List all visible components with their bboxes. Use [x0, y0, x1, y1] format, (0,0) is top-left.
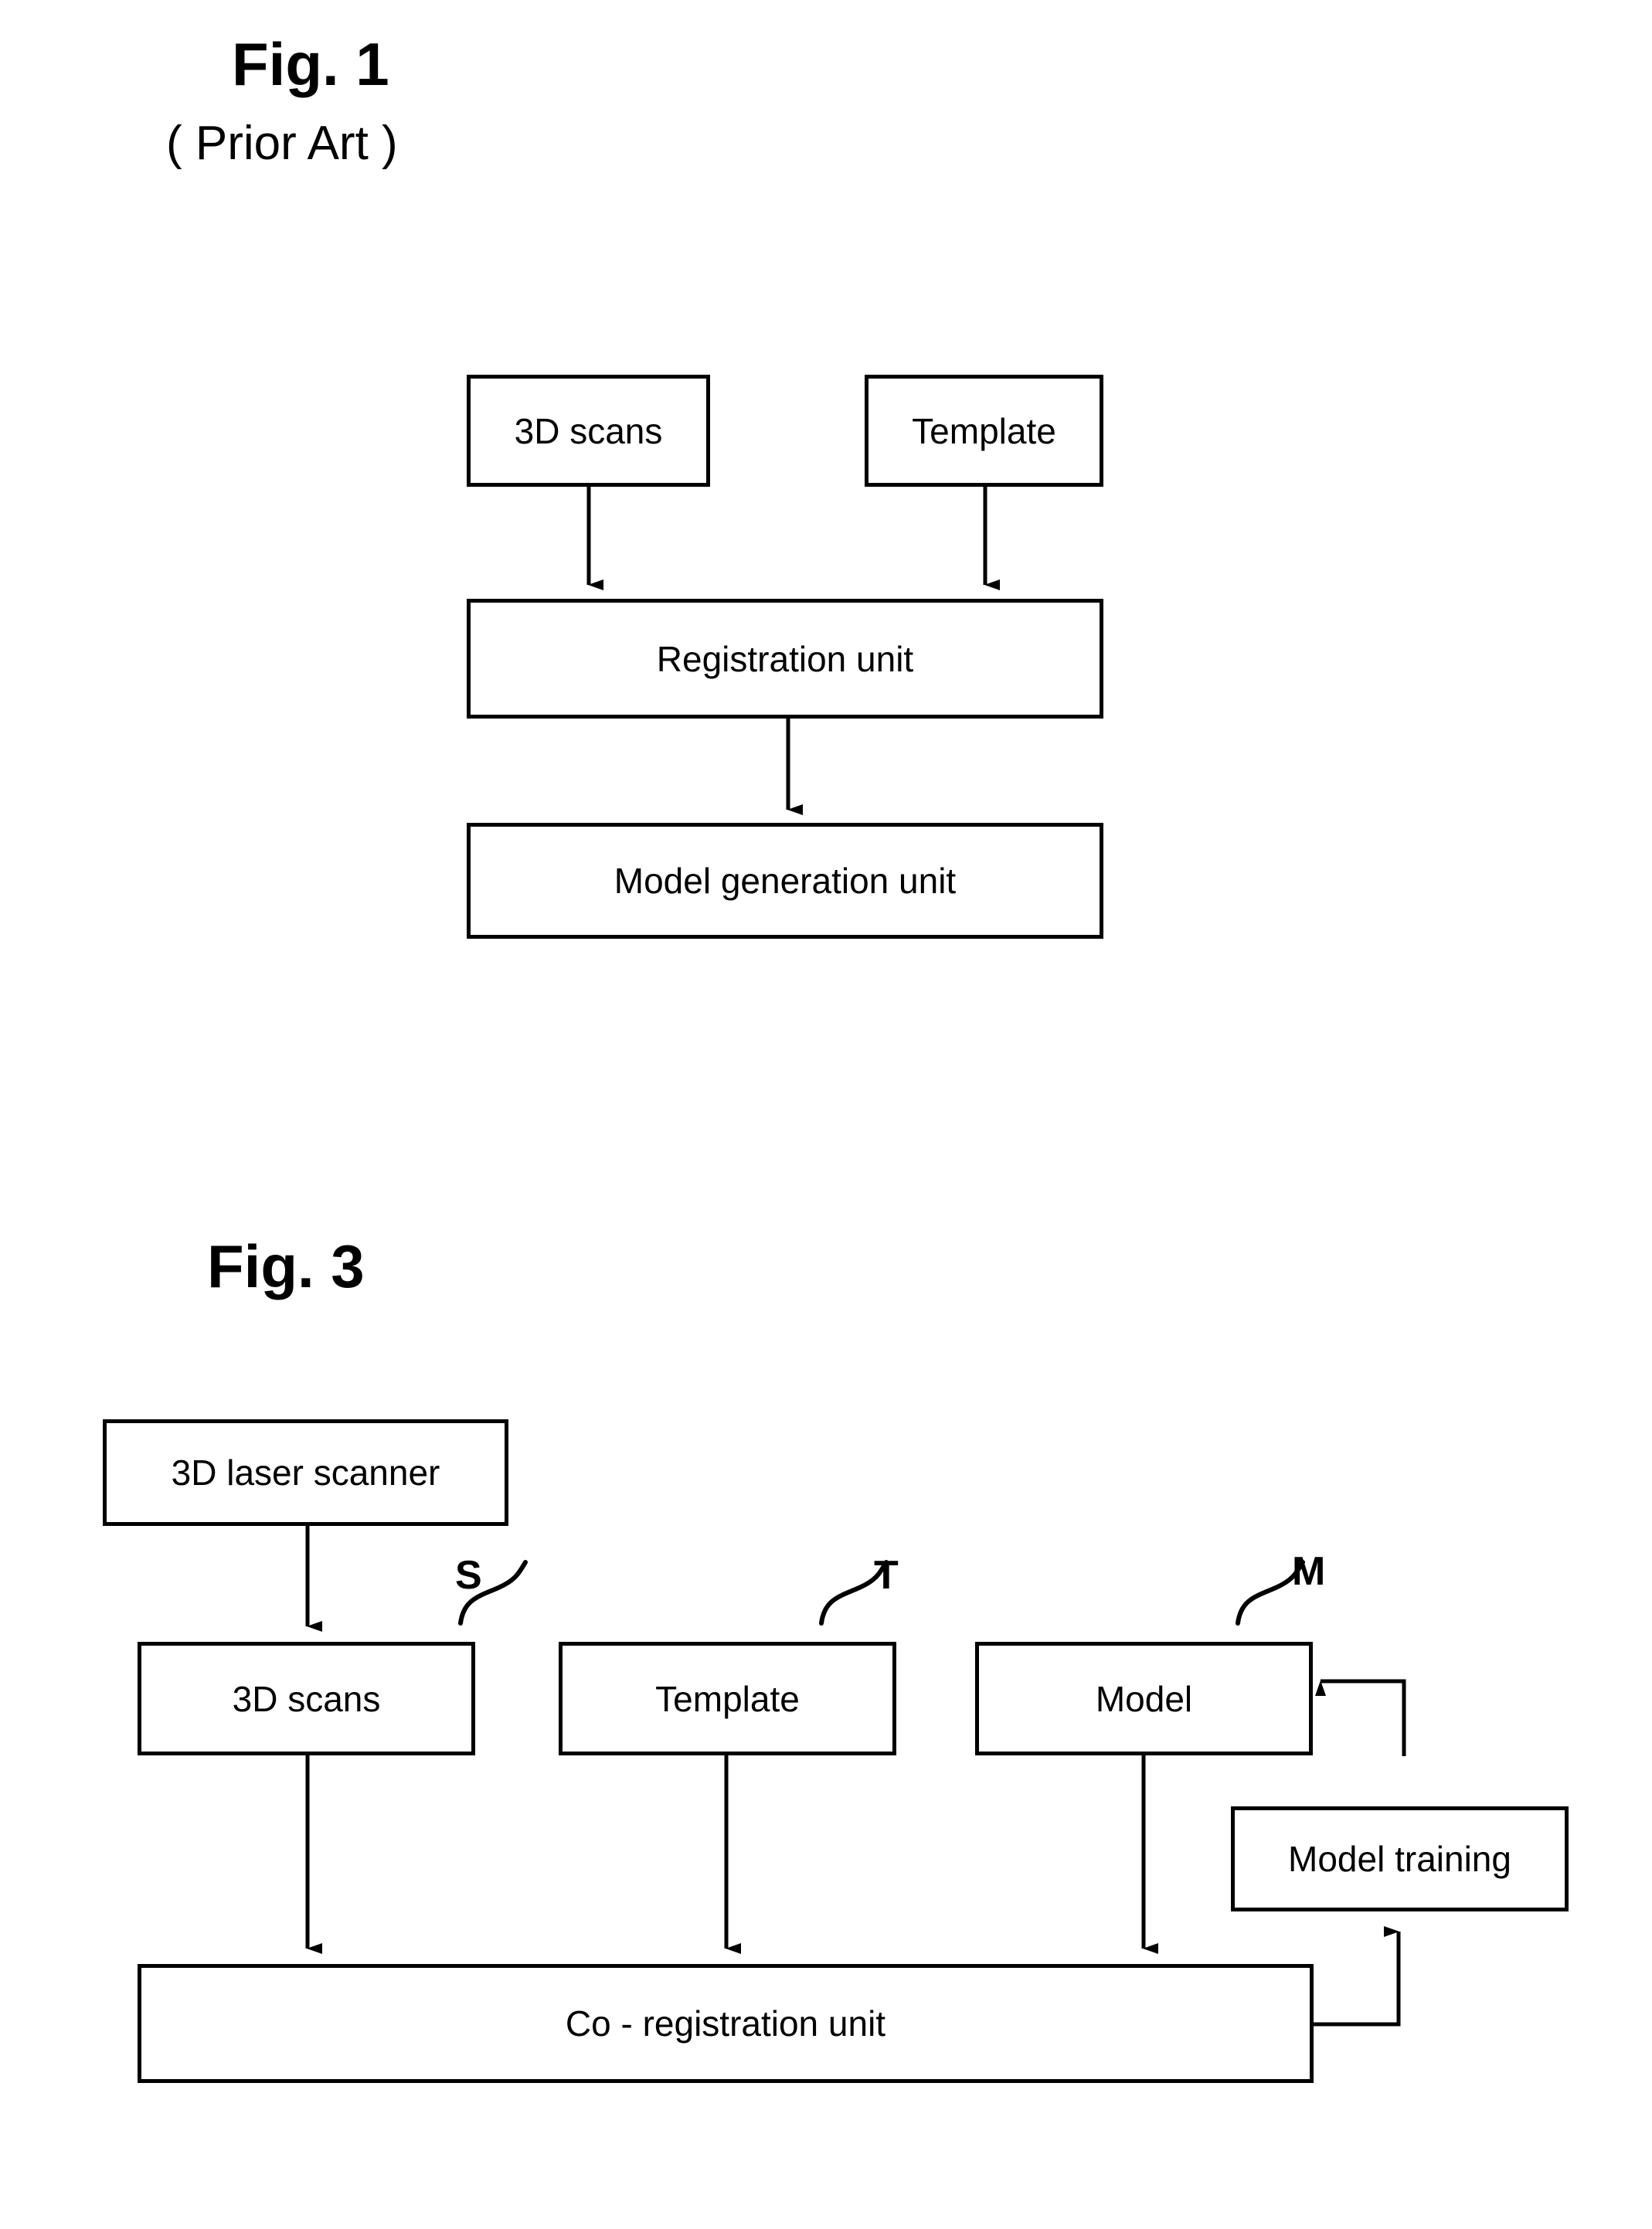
box-model-fig3: Model — [975, 1642, 1313, 1755]
box-label: Template — [912, 410, 1056, 451]
arrow-f3-training-to-model — [1315, 1679, 1406, 1756]
reference-letter-s: S — [455, 1553, 482, 1598]
box-template-fig3: Template — [559, 1642, 896, 1755]
box-label: Co - registration unit — [565, 2003, 886, 2044]
box-3d-laser-scanner-fig3: 3D laser scanner — [103, 1419, 508, 1526]
box-3d-scans-fig1: 3D scans — [467, 375, 710, 487]
box-model-training-fig3: Model training — [1231, 1806, 1569, 1911]
patent-figure-sheet: Fig. 1 ( Prior Art ) 3D scans Template R… — [0, 0, 1652, 2229]
box-template-fig1: Template — [865, 375, 1103, 487]
box-label: Model training — [1288, 1839, 1511, 1879]
figure-1-subtitle: ( Prior Art ) — [166, 117, 398, 170]
box-label: Template — [655, 1678, 800, 1719]
reference-letter-t: T — [874, 1553, 899, 1598]
box-label: 3D scans — [514, 410, 663, 451]
box-label: Registration unit — [656, 638, 914, 679]
box-registration-unit-fig1: Registration unit — [467, 599, 1103, 719]
figure-3-title: Fig. 3 — [207, 1232, 365, 1300]
reference-letter-m: M — [1292, 1549, 1326, 1594]
box-3d-scans-fig3: 3D scans — [138, 1642, 475, 1755]
box-label: Model — [1095, 1678, 1193, 1719]
box-label: 3D scans — [232, 1678, 381, 1719]
box-label: Model generation unit — [614, 861, 957, 901]
arrow-f3-coreg-to-training — [1312, 1926, 1401, 2027]
box-model-generation-unit-fig1: Model generation unit — [467, 823, 1103, 939]
figure-1-title: Fig. 1 — [232, 30, 389, 98]
box-label: 3D laser scanner — [171, 1453, 440, 1493]
box-co-registration-unit-fig3: Co - registration unit — [138, 1964, 1314, 2083]
